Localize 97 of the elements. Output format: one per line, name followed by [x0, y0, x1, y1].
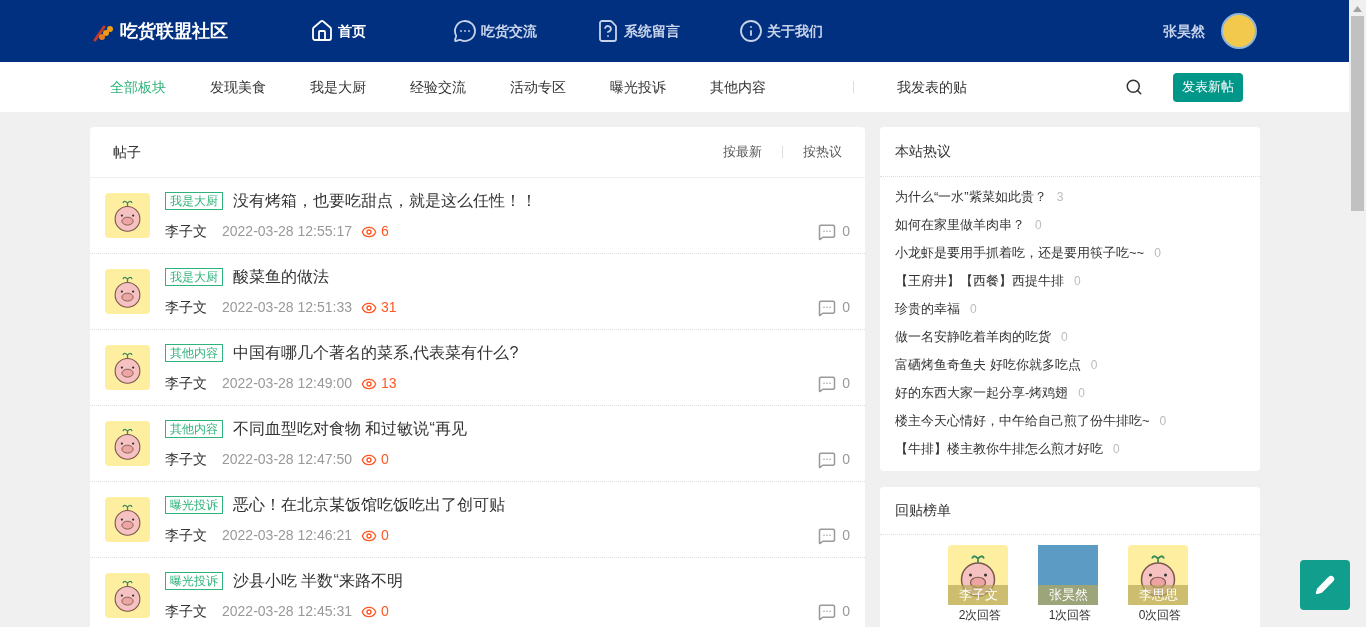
user-name-overlay: 李子文 [948, 585, 1008, 605]
sort-tab[interactable]: 按热议 [803, 142, 842, 162]
hot-topic-link[interactable]: 做一名安静吃着羊肉的吃货 [895, 327, 1051, 347]
reply-count: 0 [1078, 385, 1086, 402]
post-title[interactable]: 酸菜鱼的做法 [233, 265, 329, 289]
comment-icon [818, 222, 837, 241]
pig-avatar [105, 573, 150, 618]
reply-count: 0 [1074, 273, 1081, 290]
reply-count: 0 [970, 301, 977, 318]
view-count: 0 [381, 526, 389, 545]
hot-topic-link[interactable]: 楼主今天心情好，中午给自己煎了份牛排吃~ [895, 411, 1150, 431]
hot-topic-link[interactable]: 好的东西大家一起分享-烤鸡翅 [895, 383, 1069, 403]
reply-count: 0 [1113, 441, 1120, 458]
nav-link[interactable]: 系统留言 [596, 19, 699, 43]
pig-avatar [105, 345, 150, 390]
scroll-up-icon[interactable] [1353, 6, 1362, 12]
user-name-overlay: 李思思 [1128, 585, 1188, 605]
card-title: 回贴榜单 [895, 501, 951, 520]
post-title[interactable]: 恶心！在北京某饭馆吃饭吃出了创可贴 [233, 493, 505, 517]
write-post-button[interactable] [1300, 560, 1350, 610]
reply-count: 0 [1154, 245, 1161, 262]
category-link[interactable]: 我是大厨 [310, 76, 410, 98]
category-link[interactable]: 经验交流 [410, 76, 510, 98]
comment-count: 0 [842, 222, 850, 241]
post-title[interactable]: 不同血型吃对食物 和过敏说“再见 [233, 417, 467, 441]
reply-total: 1次回答 [1048, 607, 1092, 623]
hot-topic-link[interactable]: 【王府井】【西餐】西提牛排 [895, 271, 1064, 291]
sort-tab[interactable]: 按最新 [723, 142, 762, 162]
reply-count: 0 [1035, 217, 1042, 234]
pig-avatar [105, 497, 150, 542]
reply-total: 0次回答 [1138, 607, 1182, 623]
reply-total: 2次回答 [958, 607, 1002, 623]
new-post-button[interactable]: 发表新帖 [1173, 72, 1243, 102]
user-avatar[interactable] [1221, 13, 1257, 49]
author-name[interactable]: 李子文 [165, 297, 222, 318]
post-time: 2022-03-28 12:49:00 [222, 374, 353, 393]
view-count: 13 [381, 374, 397, 393]
hot-topic-link[interactable]: 如何在家里做羊肉串？ [895, 215, 1025, 235]
hot-topic-link[interactable]: 富硒烤鱼奇鱼夫 好吃你就多吃点 [895, 355, 1081, 375]
comment-count: 0 [842, 526, 850, 545]
hot-topic-link[interactable]: 珍贵的幸福 [895, 299, 960, 319]
category-link[interactable]: 活动专区 [510, 76, 610, 98]
author-name[interactable]: 李子文 [165, 601, 222, 622]
post-time: 2022-03-28 12:45:31 [222, 602, 353, 621]
post-title[interactable]: 沙县小吃 半数“来路不明 [233, 569, 403, 593]
view-count: 0 [381, 450, 389, 469]
my-posts-link[interactable]: 我发表的贴 [897, 76, 967, 98]
post-time: 2022-03-28 12:55:17 [222, 222, 353, 241]
chat-bubble-icon [453, 19, 477, 43]
comment-count: 0 [842, 298, 850, 317]
scrollbar-thumb[interactable] [1351, 16, 1364, 211]
reply-count: 3 [1056, 189, 1064, 206]
card-title: 本站热议 [895, 142, 951, 161]
pig-avatar [105, 421, 150, 466]
category-link[interactable]: 曝光投诉 [610, 76, 710, 98]
comment-count: 0 [842, 374, 850, 393]
view-count: 31 [381, 298, 397, 317]
category-link[interactable]: 其他内容 [710, 76, 810, 98]
comment-icon [818, 526, 837, 545]
nav-link[interactable]: 关于我们 [739, 19, 842, 43]
question-document-icon [596, 19, 620, 43]
hot-topic-link[interactable]: 小龙虾是要用手抓着吃，还是要用筷子吃~~ [895, 243, 1145, 263]
post-time: 2022-03-28 12:46:21 [222, 526, 353, 545]
nav-link[interactable]: 首页 [310, 19, 413, 43]
user-name[interactable]: 张昊然 [1163, 20, 1205, 42]
view-count: 0 [381, 602, 389, 621]
hot-topic-link[interactable]: 【牛排】楼主教你牛排怎么煎才好吃 [895, 439, 1103, 459]
post-title[interactable]: 没有烤箱，也要吃甜点，就是这么任性！！ [233, 189, 537, 213]
nav-link[interactable]: 吃货交流 [453, 19, 556, 43]
comment-icon [818, 450, 837, 469]
reply-count: 0 [1159, 413, 1167, 430]
comment-count: 0 [842, 602, 850, 621]
user-name-overlay: 张昊然 [1038, 585, 1098, 605]
author-name[interactable]: 李子文 [165, 525, 222, 546]
comment-icon [818, 602, 837, 621]
info-icon [739, 19, 763, 43]
post-title[interactable]: 中国有哪几个著名的菜系,代表菜有什么? [233, 341, 519, 365]
category-link[interactable]: 发现美食 [210, 76, 310, 98]
card-title: 帖子 [113, 142, 141, 162]
pencil-icon [1315, 575, 1335, 595]
author-name[interactable]: 李子文 [165, 373, 222, 394]
home-icon [310, 19, 334, 43]
view-count: 6 [381, 222, 389, 241]
reply-count: 0 [1061, 329, 1068, 346]
search-icon[interactable] [1125, 78, 1143, 96]
hot-topic-link[interactable]: 为什么“一水”紫菜如此贵？ [895, 187, 1047, 207]
reply-count: 0 [1090, 357, 1098, 374]
post-time: 2022-03-28 12:47:50 [222, 450, 353, 469]
post-time: 2022-03-28 12:51:33 [222, 298, 353, 317]
comment-icon [818, 298, 837, 317]
author-name[interactable]: 李子文 [165, 449, 222, 470]
author-name[interactable]: 李子文 [165, 221, 222, 242]
pig-avatar [105, 269, 150, 314]
pig-avatar [105, 193, 150, 238]
comment-count: 0 [842, 450, 850, 469]
site-logo[interactable]: 吃货联盟社区 [120, 17, 310, 45]
comment-icon [818, 374, 837, 393]
